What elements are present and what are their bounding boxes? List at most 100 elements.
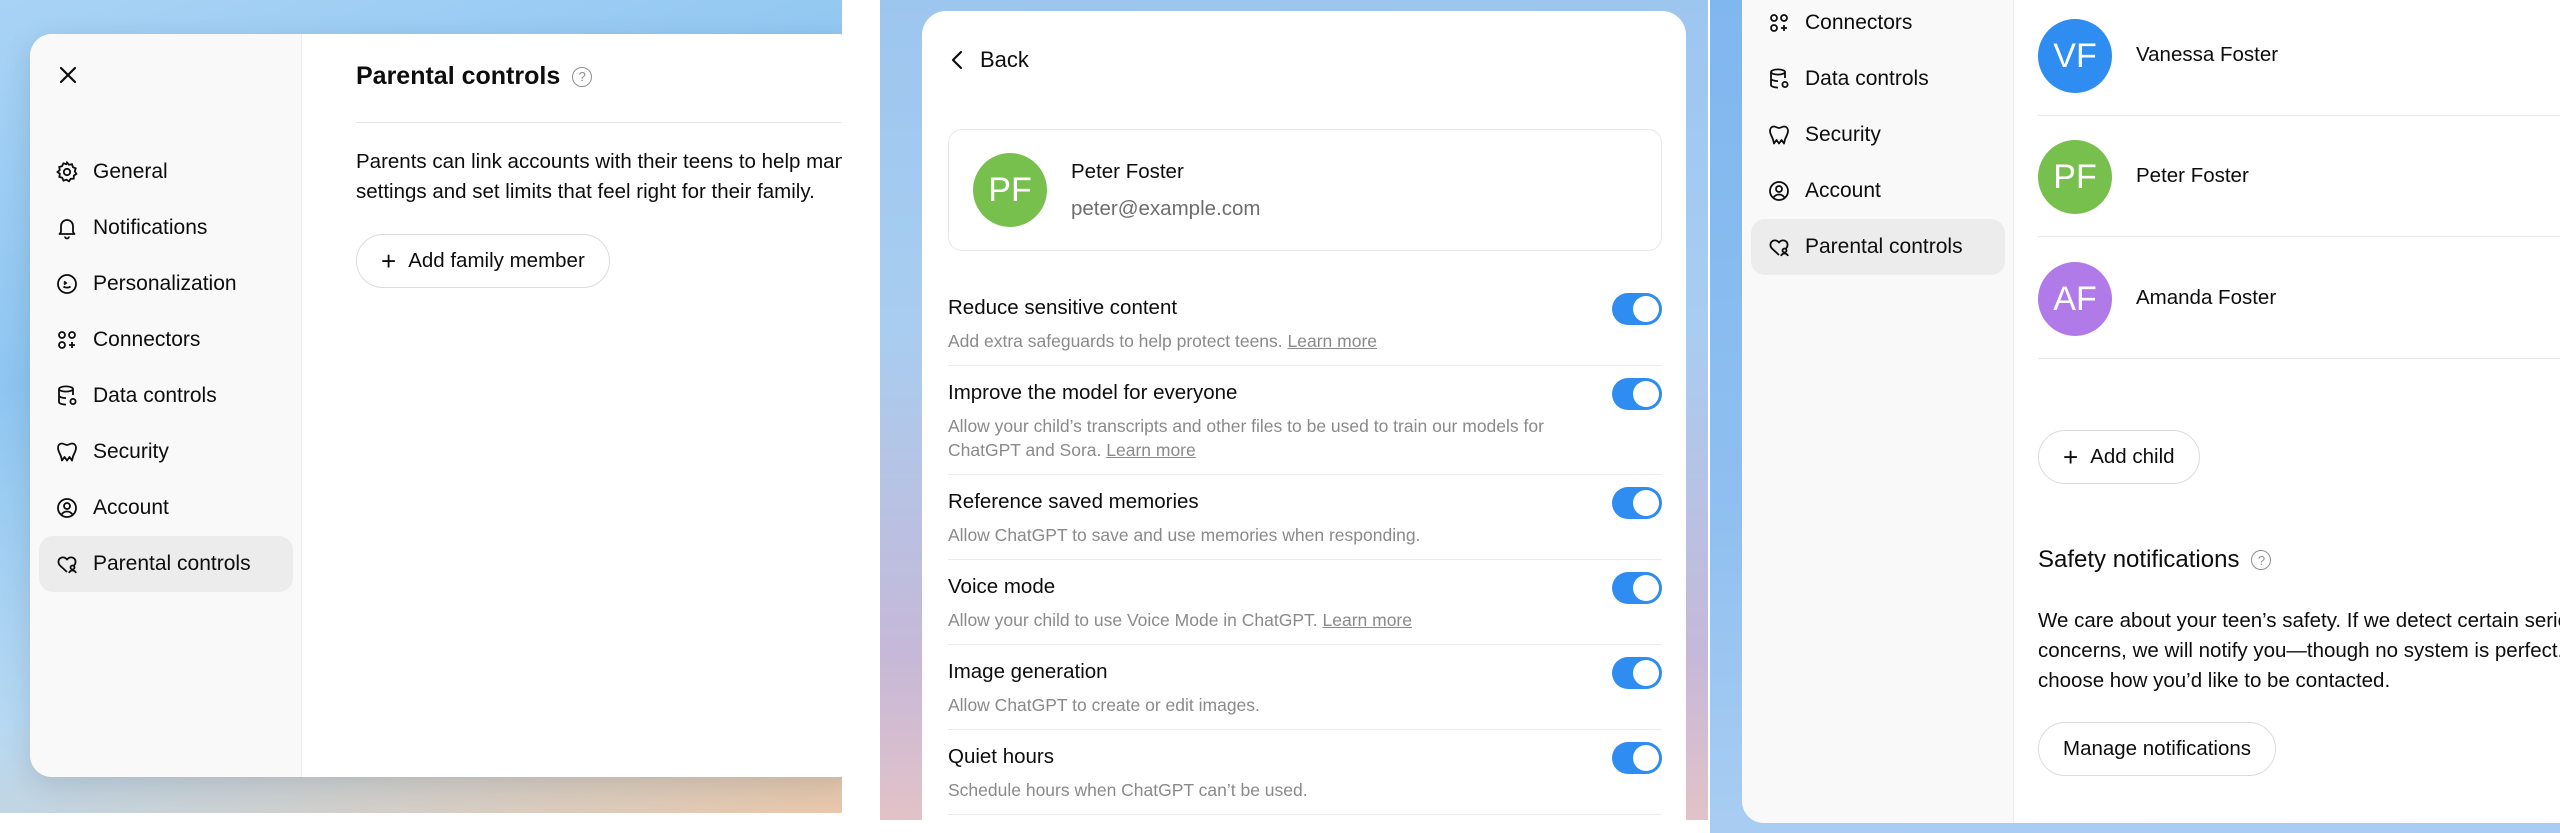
gear-icon xyxy=(53,158,81,186)
learn-more-link[interactable]: Learn more xyxy=(1106,440,1196,460)
parental-description: Parents can link accounts with their tee… xyxy=(356,150,842,203)
family-main: AF Amanda Foster PF Peter Foster VF Vanessa F… xyxy=(2014,0,2560,823)
sidebar-item-connectors[interactable]: Connectors xyxy=(1751,0,2005,51)
setting-row: Quiet hours Schedule hours when ChatGPT c… xyxy=(948,742,1662,815)
sidebar-item-label: Security xyxy=(93,440,169,463)
learn-more-link[interactable]: Learn more xyxy=(1288,331,1378,351)
family-member-row[interactable]: PF Peter Foster xyxy=(2038,117,2560,237)
profile-name: Peter Foster xyxy=(1071,160,1184,183)
setting-title: Image generation xyxy=(948,660,1108,683)
sidebar-item-parental-controls[interactable]: Parental controls xyxy=(39,536,293,592)
screenshot-panel-1: General Notifications Personalization Conne… xyxy=(0,0,842,813)
screenshot-panel-2: Back PF Peter Foster peter@example.com R… xyxy=(880,0,1708,820)
sidebar-item-label: Data controls xyxy=(93,384,217,407)
sidebar-item-label: Parental controls xyxy=(1805,235,1963,258)
avatar: PF xyxy=(973,153,1047,227)
profile-email: peter@example.com xyxy=(1071,197,1261,220)
add-child-button[interactable]: + Add child xyxy=(2038,430,2200,484)
add-family-member-label: Add family member xyxy=(408,249,585,272)
setting-description: Allow your child to use Voice Mode in Ch… xyxy=(948,610,1413,630)
toggle-switch[interactable] xyxy=(1612,378,1662,410)
page-title: Parental controls xyxy=(356,62,561,90)
avatar: VF xyxy=(2038,19,2112,93)
chevron-left-icon xyxy=(951,50,963,70)
page-title-row: Parental controls ? xyxy=(356,62,593,91)
safety-description-line: We care about your teen’s safety. If we … xyxy=(2038,609,2560,632)
family-member-row[interactable]: VF Vanessa Foster xyxy=(2038,0,2560,116)
manage-notifications-button[interactable]: Manage notifications xyxy=(2038,722,2277,776)
sidebar-item-label: Personalization xyxy=(93,272,237,295)
sidebar-item-label: Connectors xyxy=(1805,11,1913,34)
plus-icon: + xyxy=(381,245,397,276)
sidebar-item-account[interactable]: Account xyxy=(39,480,293,536)
avatar: AF xyxy=(2038,262,2112,336)
back-label: Back xyxy=(980,47,1029,72)
avatar: PF xyxy=(2038,140,2112,214)
setting-row: Voice mode Allow your child to use Voice … xyxy=(948,572,1662,645)
toggle-switch[interactable] xyxy=(1612,487,1662,519)
shield-icon xyxy=(53,438,81,466)
connectors-icon xyxy=(53,326,81,354)
personalization-icon xyxy=(53,270,81,298)
family-member-row[interactable]: AF Amanda Foster xyxy=(2038,239,2560,359)
toggle-switch[interactable] xyxy=(1612,742,1662,774)
help-icon[interactable]: ? xyxy=(572,66,593,87)
member-name: Vanessa Foster xyxy=(2136,43,2279,66)
sidebar-item-label: Parental controls xyxy=(93,552,251,575)
sidebar-item-account[interactable]: Account xyxy=(1751,163,2005,219)
sidebar-item-data-controls[interactable]: Data controls xyxy=(39,368,293,424)
safety-notifications-header: Safety notifications ? xyxy=(2038,546,2272,574)
sidebar-item-label: Connectors xyxy=(93,328,201,351)
settings-list: Reduce sensitive content Add extra safegu… xyxy=(948,293,1662,820)
setting-row: Reduce sensitive content Add extra safegu… xyxy=(948,293,1662,366)
setting-title: Quiet hours xyxy=(948,745,1054,768)
settings-sidebar: Connectors Data controls Security Account Pa… xyxy=(1742,0,2014,823)
connectors-icon xyxy=(1765,9,1793,37)
add-child-label: Add child xyxy=(2090,445,2175,468)
plus-icon: + xyxy=(2063,441,2079,472)
add-family-member-button[interactable]: + Add family member xyxy=(356,234,610,288)
toggle-switch[interactable] xyxy=(1612,657,1662,689)
sidebar-item-label: Security xyxy=(1805,123,1881,146)
settings-window: Connectors Data controls Security Account Pa… xyxy=(1742,0,2560,823)
bell-icon xyxy=(53,214,81,242)
user-circle-icon xyxy=(1765,177,1793,205)
sidebar-item-parental-controls[interactable]: Parental controls xyxy=(1751,219,2005,275)
user-circle-icon xyxy=(53,494,81,522)
database-icon xyxy=(53,382,81,410)
safety-description: We care about your teen’s safety. If we … xyxy=(2038,606,2560,696)
sidebar-item-connectors[interactable]: Connectors xyxy=(39,312,293,368)
sidebar-item-general[interactable]: General xyxy=(39,144,293,200)
sidebar-item-label: General xyxy=(93,160,168,183)
setting-description: Add extra safeguards to help protect tee… xyxy=(948,331,1378,351)
sidebar-item-security[interactable]: Security xyxy=(1751,107,2005,163)
safety-description-line: concerns, we will notify you—though no s… xyxy=(2038,639,2560,662)
member-name: Peter Foster xyxy=(2136,164,2249,187)
sidebar-item-label: Account xyxy=(1805,179,1881,202)
sidebar-item-security[interactable]: Security xyxy=(39,424,293,480)
shield-icon xyxy=(1765,121,1793,149)
screenshot-panel-3: Connectors Data controls Security Account Pa… xyxy=(1710,0,2560,833)
learn-more-link[interactable]: Learn more xyxy=(1323,610,1413,630)
setting-row: Reference saved memories Allow ChatGPT to… xyxy=(948,487,1662,560)
sidebar-item-label: Data controls xyxy=(1805,67,1929,90)
setting-title: Reference saved memories xyxy=(948,490,1199,513)
sidebar-item-data-controls[interactable]: Data controls xyxy=(1751,51,2005,107)
setting-description: Allow ChatGPT to save and use memories w… xyxy=(948,525,1421,545)
help-icon[interactable]: ? xyxy=(2251,550,2272,570)
settings-main: Parental controls ? Parents can link acc… xyxy=(302,34,842,777)
parental-icon xyxy=(53,550,81,578)
settings-sidebar: General Notifications Personalization Conne… xyxy=(30,34,302,777)
sidebar-item-personalization[interactable]: Personalization xyxy=(39,256,293,312)
close-button[interactable] xyxy=(52,59,84,91)
toggle-switch[interactable] xyxy=(1612,293,1662,325)
back-button[interactable]: Back xyxy=(950,47,1029,73)
sidebar-item-notifications[interactable]: Notifications xyxy=(39,200,293,256)
member-name: Amanda Foster xyxy=(2136,286,2277,309)
teen-settings-window: Back PF Peter Foster peter@example.com R… xyxy=(922,11,1686,820)
setting-title: Voice mode xyxy=(948,575,1056,598)
toggle-switch[interactable] xyxy=(1612,572,1662,604)
sidebar-nav: Connectors Data controls Security Account Pa… xyxy=(1751,0,2005,275)
setting-title: Improve the model for everyone xyxy=(948,381,1238,404)
setting-description: Allow your child’s transcripts and other… xyxy=(948,416,1544,460)
